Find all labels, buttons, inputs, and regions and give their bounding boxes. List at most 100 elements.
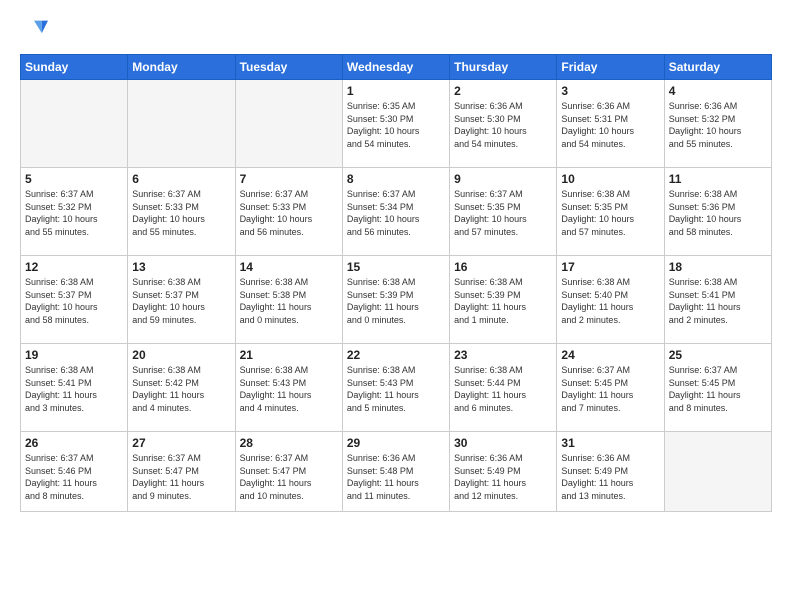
- day-cell: 6Sunrise: 6:37 AM Sunset: 5:33 PM Daylig…: [128, 168, 235, 256]
- day-info: Sunrise: 6:37 AM Sunset: 5:45 PM Dayligh…: [561, 364, 659, 414]
- day-number: 22: [347, 348, 445, 362]
- day-number: 24: [561, 348, 659, 362]
- day-number: 2: [454, 84, 552, 98]
- day-cell: 5 Sunrise: 6:37 AM Sunset: 5:32 PM Daylig…: [21, 168, 128, 256]
- day-cell: 8 Sunrise: 6:37 AM Sunset: 5:34 PM Daylig…: [342, 168, 449, 256]
- day-info: Sunrise: 6:38 AM Sunset: 5:39 PM Dayligh…: [454, 276, 552, 326]
- day-info: Sunrise: 6:36 AM Sunset: 5:48 PM Dayligh…: [347, 452, 445, 502]
- day-info: Sunrise: 6:38 AM Sunset: 5:43 PM Dayligh…: [347, 364, 445, 414]
- day-cell: 26Sunrise: 6:37 AM Sunset: 5:46 PM Dayli…: [21, 432, 128, 512]
- day-cell: 3 Sunrise: 6:36 AM Sunset: 5:31 PM Daylig…: [557, 80, 664, 168]
- day-cell: 24 Sunrise: 6:37 AM Sunset: 5:45 PM Dayli…: [557, 344, 664, 432]
- day-cell: 21 Sunrise: 6:38 AM Sunset: 5:43 PM Dayli…: [235, 344, 342, 432]
- day-info: Sunrise: 6:37 AM Sunset: 5:45 PM Dayligh…: [669, 364, 767, 414]
- day-number: 25: [669, 348, 767, 362]
- day-info: Sunrise: 6:38 AM Sunset: 5:41 PM Dayligh…: [669, 276, 767, 326]
- day-cell: 25 Sunrise: 6:37 AM Sunset: 5:45 PM Dayli…: [664, 344, 771, 432]
- day-number: 3: [561, 84, 659, 98]
- day-info: Sunrise: 6:38 AM Sunset: 5:43 PM Dayligh…: [240, 364, 338, 414]
- day-number: 29: [347, 436, 445, 450]
- day-cell: 12Sunrise: 6:38 AM Sunset: 5:37 PM Dayli…: [21, 256, 128, 344]
- day-number: 7: [240, 172, 338, 186]
- logo-icon: [20, 16, 48, 44]
- day-info: Sunrise: 6:38 AM Sunset: 5:36 PM Dayligh…: [669, 188, 767, 238]
- day-info: Sunrise: 6:38 AM Sunset: 5:37 PM Dayligh…: [132, 276, 230, 326]
- day-info: Sunrise: 6:38 AM Sunset: 5:41 PM Dayligh…: [25, 364, 123, 414]
- header: [20, 16, 772, 44]
- day-cell: 29 Sunrise: 6:36 AM Sunset: 5:48 PM Dayli…: [342, 432, 449, 512]
- day-cell: 31 Sunrise: 6:36 AM Sunset: 5:49 PM Dayli…: [557, 432, 664, 512]
- day-cell: 22 Sunrise: 6:38 AM Sunset: 5:43 PM Dayli…: [342, 344, 449, 432]
- weekday-header-friday: Friday: [557, 55, 664, 80]
- week-row-1: 5 Sunrise: 6:37 AM Sunset: 5:32 PM Daylig…: [21, 168, 772, 256]
- day-number: 6: [132, 172, 230, 186]
- weekday-header-row: SundayMondayTuesdayWednesdayThursdayFrid…: [21, 55, 772, 80]
- day-number: 4: [669, 84, 767, 98]
- day-number: 1: [347, 84, 445, 98]
- day-info: Sunrise: 6:38 AM Sunset: 5:42 PM Dayligh…: [132, 364, 230, 414]
- day-number: 20: [132, 348, 230, 362]
- day-number: 14: [240, 260, 338, 274]
- day-number: 17: [561, 260, 659, 274]
- day-cell: [664, 432, 771, 512]
- day-number: 30: [454, 436, 552, 450]
- day-number: 23: [454, 348, 552, 362]
- day-cell: 28 Sunrise: 6:37 AM Sunset: 5:47 PM Dayli…: [235, 432, 342, 512]
- day-number: 31: [561, 436, 659, 450]
- calendar-page: SundayMondayTuesdayWednesdayThursdayFrid…: [0, 0, 792, 612]
- day-cell: 13 Sunrise: 6:38 AM Sunset: 5:37 PM Dayli…: [128, 256, 235, 344]
- week-row-3: 19 Sunrise: 6:38 AM Sunset: 5:41 PM Dayli…: [21, 344, 772, 432]
- day-info: Sunrise: 6:36 AM Sunset: 5:30 PM Dayligh…: [454, 100, 552, 150]
- day-info: Sunrise: 6:37 AM Sunset: 5:47 PM Dayligh…: [132, 452, 230, 502]
- day-number: 19: [25, 348, 123, 362]
- day-cell: 27 Sunrise: 6:37 AM Sunset: 5:47 PM Dayli…: [128, 432, 235, 512]
- day-number: 8: [347, 172, 445, 186]
- day-info: Sunrise: 6:35 AM Sunset: 5:30 PM Dayligh…: [347, 100, 445, 150]
- day-cell: [235, 80, 342, 168]
- day-info: Sunrise: 6:36 AM Sunset: 5:49 PM Dayligh…: [454, 452, 552, 502]
- day-number: 10: [561, 172, 659, 186]
- day-info: Sunrise: 6:37 AM Sunset: 5:35 PM Dayligh…: [454, 188, 552, 238]
- day-cell: [21, 80, 128, 168]
- day-cell: 17Sunrise: 6:38 AM Sunset: 5:40 PM Dayli…: [557, 256, 664, 344]
- day-number: 18: [669, 260, 767, 274]
- weekday-header-sunday: Sunday: [21, 55, 128, 80]
- day-cell: 30 Sunrise: 6:36 AM Sunset: 5:49 PM Dayli…: [450, 432, 557, 512]
- day-info: Sunrise: 6:37 AM Sunset: 5:47 PM Dayligh…: [240, 452, 338, 502]
- day-info: Sunrise: 6:38 AM Sunset: 5:38 PM Dayligh…: [240, 276, 338, 326]
- day-number: 5: [25, 172, 123, 186]
- day-info: Sunrise: 6:36 AM Sunset: 5:31 PM Dayligh…: [561, 100, 659, 150]
- day-number: 27: [132, 436, 230, 450]
- weekday-header-saturday: Saturday: [664, 55, 771, 80]
- day-info: Sunrise: 6:38 AM Sunset: 5:35 PM Dayligh…: [561, 188, 659, 238]
- day-cell: 4 Sunrise: 6:36 AM Sunset: 5:32 PM Daylig…: [664, 80, 771, 168]
- day-info: Sunrise: 6:38 AM Sunset: 5:44 PM Dayligh…: [454, 364, 552, 414]
- day-info: Sunrise: 6:37 AM Sunset: 5:32 PM Dayligh…: [25, 188, 123, 238]
- weekday-header-thursday: Thursday: [450, 55, 557, 80]
- day-cell: 1 Sunrise: 6:35 AM Sunset: 5:30 PM Daylig…: [342, 80, 449, 168]
- day-info: Sunrise: 6:37 AM Sunset: 5:34 PM Dayligh…: [347, 188, 445, 238]
- day-number: 15: [347, 260, 445, 274]
- weekday-header-wednesday: Wednesday: [342, 55, 449, 80]
- day-cell: 9Sunrise: 6:37 AM Sunset: 5:35 PM Daylig…: [450, 168, 557, 256]
- calendar-table: SundayMondayTuesdayWednesdayThursdayFrid…: [20, 54, 772, 512]
- weekday-header-monday: Monday: [128, 55, 235, 80]
- day-cell: 16 Sunrise: 6:38 AM Sunset: 5:39 PM Dayli…: [450, 256, 557, 344]
- day-info: Sunrise: 6:38 AM Sunset: 5:37 PM Dayligh…: [25, 276, 123, 326]
- day-cell: 23 Sunrise: 6:38 AM Sunset: 5:44 PM Dayli…: [450, 344, 557, 432]
- day-info: Sunrise: 6:36 AM Sunset: 5:49 PM Dayligh…: [561, 452, 659, 502]
- week-row-4: 26Sunrise: 6:37 AM Sunset: 5:46 PM Dayli…: [21, 432, 772, 512]
- day-cell: 7 Sunrise: 6:37 AM Sunset: 5:33 PM Daylig…: [235, 168, 342, 256]
- day-cell: [128, 80, 235, 168]
- day-cell: 10 Sunrise: 6:38 AM Sunset: 5:35 PM Dayli…: [557, 168, 664, 256]
- day-number: 13: [132, 260, 230, 274]
- day-cell: 2 Sunrise: 6:36 AM Sunset: 5:30 PM Daylig…: [450, 80, 557, 168]
- day-number: 28: [240, 436, 338, 450]
- day-number: 21: [240, 348, 338, 362]
- day-info: Sunrise: 6:37 AM Sunset: 5:33 PM Dayligh…: [240, 188, 338, 238]
- day-cell: 19 Sunrise: 6:38 AM Sunset: 5:41 PM Dayli…: [21, 344, 128, 432]
- day-info: Sunrise: 6:36 AM Sunset: 5:32 PM Dayligh…: [669, 100, 767, 150]
- week-row-2: 12Sunrise: 6:38 AM Sunset: 5:37 PM Dayli…: [21, 256, 772, 344]
- day-cell: 15Sunrise: 6:38 AM Sunset: 5:39 PM Dayli…: [342, 256, 449, 344]
- day-number: 16: [454, 260, 552, 274]
